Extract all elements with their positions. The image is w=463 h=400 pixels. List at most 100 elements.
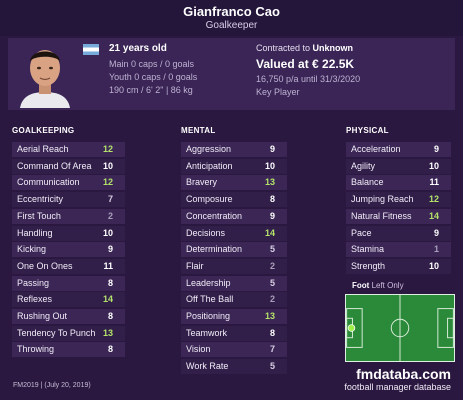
player-age: 21 years old <box>109 43 167 54</box>
attribute-value: 1 <box>433 244 439 255</box>
attribute-value: 14 <box>428 210 439 221</box>
attribute-row: Positioning 13 <box>181 309 287 324</box>
attribute-row: Reflexes 14 <box>12 292 125 308</box>
version-text: FM2019 | (July 20, 2019) <box>13 382 91 389</box>
attribute-value: 13 <box>264 311 275 321</box>
attribute-label: Aggression <box>186 144 232 154</box>
main-caps: Main 0 caps / 0 goals <box>109 59 195 69</box>
attribute-label: Acceleration <box>351 144 401 154</box>
attribute-row: Aggression 9 <box>181 142 287 157</box>
attribute-row: Tendency To Punch 13 <box>12 325 125 341</box>
attribute-label: Stamina <box>351 244 385 255</box>
attribute-row: Rushing Out 8 <box>12 309 125 324</box>
physical-heading: PHYSICAL <box>346 126 389 135</box>
foot-title: Foot <box>352 281 370 290</box>
youth-caps: Youth 0 caps / 0 goals <box>109 72 198 82</box>
attribute-row: Anticipation 10 <box>181 158 287 174</box>
attribute-value: 5 <box>269 361 275 372</box>
argentina-flag-icon <box>83 44 99 55</box>
attribute-label: Leadership <box>186 277 231 288</box>
position-pitch <box>345 294 455 362</box>
attribute-row: Passing 8 <box>12 275 125 291</box>
goalkeeping-heading: GOALKEEPING <box>12 126 75 135</box>
attribute-row: First Touch 2 <box>12 208 125 224</box>
attribute-value: 11 <box>103 260 113 271</box>
attribute-value: 10 <box>428 260 439 271</box>
attribute-value: 14 <box>102 294 113 305</box>
attribute-label: Aerial Reach <box>17 144 69 154</box>
attribute-label: Rushing Out <box>17 311 68 321</box>
attribute-row: Acceleration 9 <box>346 142 451 157</box>
attribute-label: Teamwork <box>186 327 228 338</box>
attribute-row: Concentration 9 <box>181 208 287 224</box>
attribute-label: Work Rate <box>186 361 229 372</box>
attribute-value: 12 <box>102 177 113 188</box>
attribute-label: Bravery <box>186 177 218 188</box>
attribute-value: 13 <box>102 327 113 338</box>
brand-tagline: football manager database <box>344 382 451 392</box>
attribute-label: Composure <box>186 194 233 205</box>
attribute-row: One On Ones 11 <box>12 258 125 274</box>
attribute-value: 8 <box>269 194 275 205</box>
attribute-label: Communication <box>17 177 80 188</box>
attribute-value: 8 <box>269 327 275 338</box>
attribute-label: Reflexes <box>17 294 53 305</box>
attribute-label: One On Ones <box>17 260 73 271</box>
attribute-label: Off The Ball <box>186 294 234 305</box>
attribute-value: 2 <box>107 210 113 221</box>
attribute-row: Eccentricity 7 <box>12 192 125 208</box>
attribute-value: 10 <box>428 160 439 171</box>
attribute-label: Concentration <box>186 210 243 221</box>
foot-value: Left Only <box>371 281 404 290</box>
contract-club: Unknown <box>312 43 354 53</box>
attribute-label: Throwing <box>17 344 55 355</box>
attribute-value: 12 <box>428 194 439 205</box>
attribute-label: Vision <box>186 344 211 355</box>
attribute-row: Work Rate 5 <box>181 359 287 375</box>
attribute-value: 2 <box>269 260 275 271</box>
brand-logo[interactable]: fmdataba.com <box>356 366 451 382</box>
attribute-label: Pace <box>351 227 372 238</box>
player-value: Valued at € 22.5K <box>256 57 355 71</box>
attribute-row: Composure 8 <box>181 192 287 208</box>
attribute-row: Determination 5 <box>181 242 287 258</box>
attribute-row: Flair 2 <box>181 258 287 274</box>
player-name: Gianfranco Cao <box>183 4 280 19</box>
wage-info: 16,750 p/a until 31/3/2020 <box>256 74 361 84</box>
attribute-value: 14 <box>264 227 275 238</box>
attribute-label: Agility <box>351 160 376 171</box>
attribute-value: 5 <box>269 277 275 288</box>
attribute-value: 7 <box>269 344 275 355</box>
attribute-row: Strength 10 <box>346 258 451 274</box>
attribute-row: Decisions 14 <box>181 225 287 241</box>
squad-status: Key Player <box>256 87 300 97</box>
attribute-value: 8 <box>107 277 113 288</box>
attribute-value: 9 <box>269 144 275 154</box>
attribute-row: Leadership 5 <box>181 275 287 291</box>
attribute-value: 11 <box>429 177 439 188</box>
attribute-value: 5 <box>269 244 275 255</box>
attribute-value: 2 <box>269 294 275 305</box>
attribute-value: 9 <box>269 210 275 221</box>
attribute-row: Kicking 9 <box>12 242 125 258</box>
mental-heading: MENTAL <box>181 126 216 135</box>
attribute-row: Off The Ball 2 <box>181 292 287 308</box>
attribute-value: 9 <box>107 244 113 255</box>
attribute-value: 7 <box>107 194 113 205</box>
attribute-value: 9 <box>433 144 439 154</box>
attribute-row: Teamwork 8 <box>181 325 287 341</box>
attribute-row: Jumping Reach 12 <box>346 192 451 208</box>
attribute-value: 9 <box>433 227 439 238</box>
attribute-row: Pace 9 <box>346 225 451 241</box>
attribute-label: Handling <box>17 227 53 238</box>
attribute-label: Natural Fitness <box>351 210 412 221</box>
attribute-value: 12 <box>102 144 113 154</box>
position-marker-gk <box>347 324 356 332</box>
attribute-row: Natural Fitness 14 <box>346 208 451 224</box>
attribute-value: 13 <box>264 177 275 188</box>
attribute-label: Determination <box>186 244 243 255</box>
attribute-label: Kicking <box>17 244 47 255</box>
attribute-value: 8 <box>107 344 113 355</box>
attribute-label: Flair <box>186 260 204 271</box>
attribute-label: Positioning <box>186 311 231 321</box>
